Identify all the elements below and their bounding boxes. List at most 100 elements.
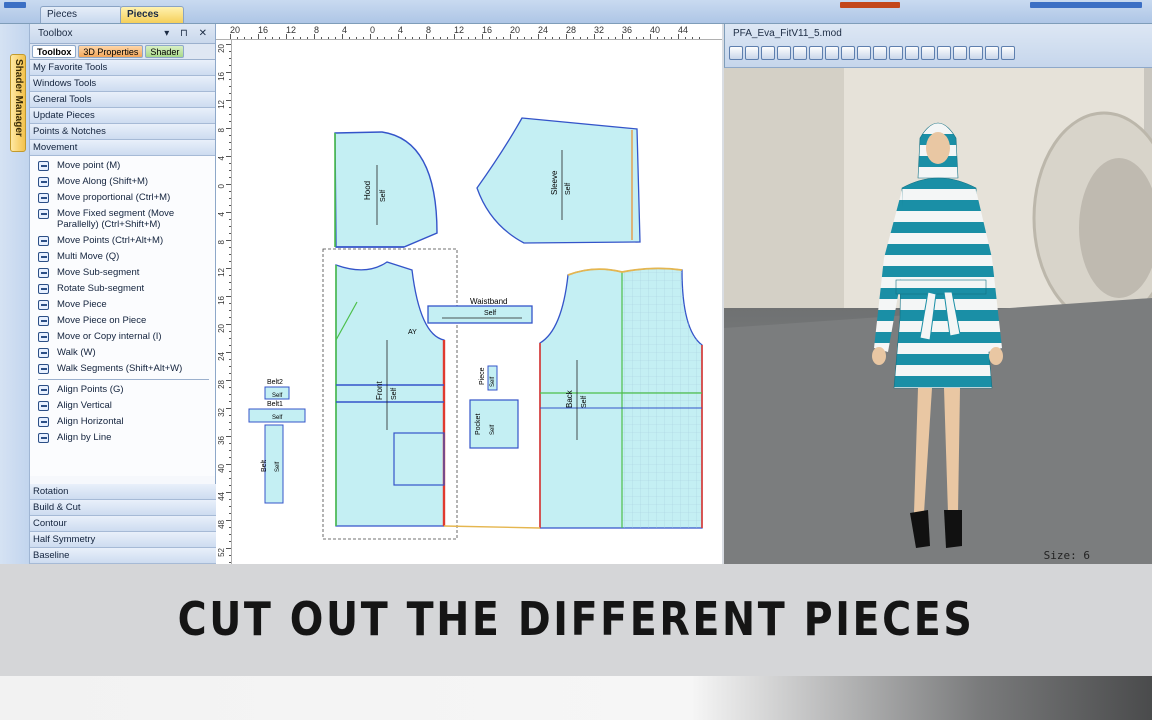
ruler-top-label: 44 <box>678 25 689 35</box>
pattern-drawing: Hood Self Sleeve Self Front Self AY Wais… <box>248 117 703 540</box>
tool-move-fixed-segment[interactable]: Move Fixed segment (Move Parallelly) (Ct… <box>30 206 215 233</box>
toolbox-section-windows-tools[interactable]: Windows Tools <box>30 76 215 92</box>
3d-toolbar-button-icon[interactable] <box>761 46 775 60</box>
tab-toolbox[interactable]: Toolbox <box>32 45 77 58</box>
ruler-top-label: 36 <box>622 25 633 35</box>
3d-toolbar-button-icon[interactable] <box>1001 46 1015 60</box>
3d-toolbar-button-icon[interactable] <box>793 46 807 60</box>
3d-toolbar-button-icon[interactable] <box>873 46 887 60</box>
toolbox-section-build-cut[interactable]: Build & Cut <box>30 500 216 516</box>
tool-move-points[interactable]: Move Points (Ctrl+Alt+M) <box>30 233 215 249</box>
toolbox-section-contour[interactable]: Contour <box>30 516 216 532</box>
toolbox-section-baseline[interactable]: Baseline <box>30 548 216 564</box>
ruler-left-label: 44 <box>217 492 226 501</box>
ruler-top-label: 20 <box>230 25 241 35</box>
tool-label: Move Piece <box>57 299 107 310</box>
tool-align-horizontal[interactable]: Align Horizontal <box>30 414 215 430</box>
3d-toolbar-button-icon[interactable] <box>953 46 967 60</box>
tool-move-along[interactable]: Move Along (Shift+M) <box>30 174 215 190</box>
3d-toolbar-button-icon[interactable] <box>889 46 903 60</box>
toolbox-section-half-symmetry[interactable]: Half Symmetry <box>30 532 216 548</box>
tab-shader-manager[interactable]: Shader Manager <box>10 54 26 152</box>
waistband-self-label: Self <box>484 310 496 317</box>
pocket-piece[interactable]: Pocket Self <box>469 399 519 449</box>
tool-divider <box>38 379 209 380</box>
ruler-top-label: 24 <box>538 25 549 35</box>
toolbox-section-points-notches[interactable]: Points & Notches <box>30 124 215 140</box>
belt-label: Belt <box>261 460 268 472</box>
tool-align-points[interactable]: Align Points (G) <box>30 382 215 398</box>
sleeve-piece[interactable]: Sleeve Self <box>476 117 641 244</box>
tool-move-copy-internal[interactable]: Move or Copy internal (I) <box>30 329 215 345</box>
back-piece[interactable]: Back Self <box>539 267 703 529</box>
3d-toolbar-button-icon[interactable] <box>921 46 935 60</box>
3d-toolbar-button-icon[interactable] <box>777 46 791 60</box>
multi-move-icon <box>38 252 49 262</box>
tool-move-piece[interactable]: Move Piece <box>30 297 215 313</box>
sleeve-self-label: Self <box>565 183 572 195</box>
front-piece[interactable]: Front Self AY <box>322 248 458 540</box>
piece-small[interactable]: Piece Self <box>479 365 498 391</box>
tool-label: Align by Line <box>57 432 112 443</box>
3d-toolbar-button-icon[interactable] <box>969 46 983 60</box>
move-along-icon <box>38 177 49 187</box>
toolbox-section-movement[interactable]: Movement <box>30 140 215 156</box>
toolbox-section-list: My Favorite Tools Windows Tools General To… <box>30 60 215 156</box>
tool-multi-move[interactable]: Multi Move (Q) <box>30 249 215 265</box>
tool-move-proportional[interactable]: Move proportional (Ctrl+M) <box>30 190 215 206</box>
tool-align-by-line[interactable]: Align by Line <box>30 430 215 446</box>
tab-3d-properties[interactable]: 3D Properties <box>78 45 144 58</box>
ruler-left-label: 20 <box>217 44 226 53</box>
3d-avatar-view[interactable]: Size: 6 <box>724 68 1152 564</box>
3d-toolbar-button-icon[interactable] <box>745 46 759 60</box>
horizontal-ruler: 20 16 12 8 4 0 4 8 12 16 20 24 28 32 36 40 44 <box>216 24 722 40</box>
tool-walk-segments[interactable]: Walk Segments (Shift+Alt+W) <box>30 361 215 377</box>
3d-toolbar-button-icon[interactable] <box>841 46 855 60</box>
tool-label: Walk (W) <box>57 347 96 358</box>
tool-align-vertical[interactable]: Align Vertical <box>30 398 215 414</box>
tool-walk[interactable]: Walk (W) <box>30 345 215 361</box>
3d-toolbar-button-icon[interactable] <box>809 46 823 60</box>
front-label: Front <box>375 381 384 400</box>
3d-toolbar-button-icon[interactable] <box>905 46 919 60</box>
tool-label: Move point (M) <box>57 160 121 171</box>
belt-pieces[interactable]: Belt2 Self Belt1 Self Belt Self <box>248 379 306 504</box>
ruler-top-label: 28 <box>566 25 577 35</box>
tool-move-piece-on-piece[interactable]: Move Piece on Piece <box>30 313 215 329</box>
3d-toolbar-button-icon[interactable] <box>937 46 951 60</box>
3d-toolbar-button-icon[interactable] <box>857 46 871 60</box>
tool-move-point[interactable]: Move point (M) <box>30 158 215 174</box>
3d-toolbar-button-icon[interactable] <box>825 46 839 60</box>
ruler-top-label: 12 <box>286 25 297 35</box>
3d-view-toolbar <box>729 46 1015 64</box>
3d-toolbar-button-icon[interactable] <box>985 46 999 60</box>
tab-shader[interactable]: Shader <box>145 45 185 58</box>
toolbox-section-my-favorite-tools[interactable]: My Favorite Tools <box>30 60 215 76</box>
move-piece-on-piece-icon <box>38 316 49 326</box>
walk-icon <box>38 348 49 358</box>
toolbox-section-general-tools[interactable]: General Tools <box>30 92 215 108</box>
tool-label: Walk Segments (Shift+Alt+W) <box>57 363 183 374</box>
tool-move-sub-segment[interactable]: Move Sub-segment <box>30 265 215 281</box>
hood-piece[interactable]: Hood Self <box>334 131 438 248</box>
belt2-self-label: Self <box>272 393 283 399</box>
3d-view-header: PFA_Eva_FitV11_5.mod <box>724 24 1152 68</box>
tool-rotate-sub-segment[interactable]: Rotate Sub-segment <box>30 281 215 297</box>
toolbox-section-rotation[interactable]: Rotation <box>30 484 216 500</box>
3d-toolbar-button-icon[interactable] <box>729 46 743 60</box>
move-fixed-segment-icon <box>38 209 49 219</box>
tab-pieces-table[interactable]: Pieces Table <box>120 6 184 36</box>
ruler-left-label: 20 <box>217 324 226 333</box>
waistband-label: Waistband <box>470 297 508 306</box>
toolbox-section-update-pieces[interactable]: Update Pieces <box>30 108 215 124</box>
tab-pieces-window[interactable]: Pieces Window <box>40 6 122 36</box>
back-label: Back <box>565 389 574 408</box>
toolbox-panel: Toolbox ▾ ⊓ ✕ Toolbox 3D Properties Shad… <box>30 24 216 564</box>
toolbox-window-controls[interactable]: ▾ ⊓ ✕ <box>164 24 211 44</box>
waistband-piece[interactable]: Waistband Self <box>427 297 533 324</box>
bottom-backdrop <box>0 676 1152 720</box>
toolbox-title: Toolbox <box>38 28 73 39</box>
ruler-top-label: 16 <box>482 25 493 35</box>
pattern-canvas[interactable]: Hood Self Sleeve Self Front Self AY Wais… <box>232 40 722 564</box>
move-point-icon <box>38 161 49 171</box>
